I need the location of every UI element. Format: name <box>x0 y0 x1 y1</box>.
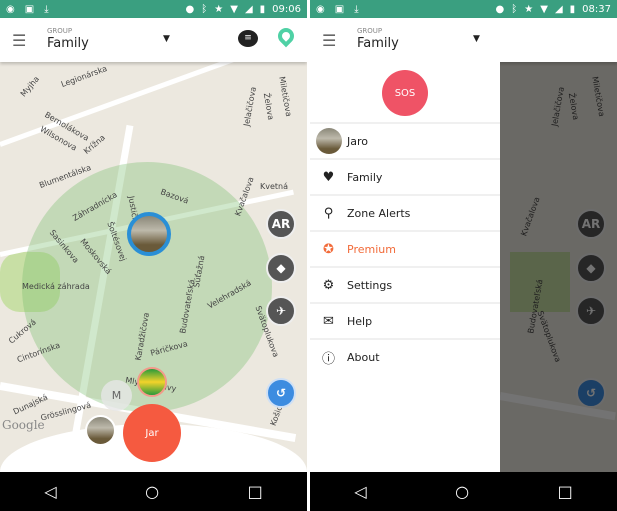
drawer-item-label: About <box>347 350 380 364</box>
street-label: Legionárska <box>59 64 109 89</box>
navigation-bar: ◁ ○ □ <box>310 472 617 511</box>
chevron-down-icon[interactable]: ▼ <box>473 34 480 44</box>
sos-button[interactable]: SOS <box>382 70 428 116</box>
drawer-item-family[interactable]: ♥ Family <box>310 158 500 194</box>
map[interactable]: Legionárska Bernolákova Wilsonova Krížna Blu… <box>0 62 307 472</box>
wifi-icon: ▼ <box>540 3 548 15</box>
flight-mode-button[interactable]: ✈ <box>266 296 296 326</box>
location-icon: ● <box>495 3 505 15</box>
download-icon: ⤓ <box>354 3 359 15</box>
zone-pin-icon: ⚲ <box>323 205 334 221</box>
drawer-item-label: Settings <box>347 278 393 292</box>
chat-icon[interactable]: ≡ <box>238 30 258 47</box>
drawer-item-premium[interactable]: ✪ Premium <box>310 230 500 266</box>
location-pin-icon[interactable] <box>274 24 298 48</box>
street-label: Miletičova <box>277 75 294 118</box>
wifi-call-icon: ◉ <box>6 3 15 15</box>
drawer-scrim[interactable] <box>500 62 617 472</box>
drawer-item-label: Jaro <box>347 134 368 148</box>
group-selector[interactable]: Family <box>357 36 399 51</box>
drawer-item-about[interactable]: ⓘ About <box>310 338 500 374</box>
group-selector[interactable]: Family <box>47 36 89 51</box>
star-icon: ★ <box>524 3 534 15</box>
recents-icon[interactable]: □ <box>558 482 573 501</box>
member-avatar-jaro[interactable] <box>85 415 116 446</box>
clock: 09:06 <box>272 3 301 15</box>
envelope-icon: ✉ <box>323 313 334 329</box>
image-icon: ▣ <box>24 3 35 15</box>
heart-icon: ♥ <box>322 169 335 185</box>
current-user-button[interactable]: Jar <box>123 404 181 462</box>
drawer-item-jaro[interactable]: Jaro <box>310 122 500 158</box>
ar-button[interactable]: AR <box>266 209 296 239</box>
history-icon: ↺ <box>275 386 287 400</box>
member-m-button[interactable]: M <box>101 380 132 411</box>
app-bar: ☰ GROUP Family ▼ <box>310 18 617 62</box>
back-icon[interactable]: ◁ <box>354 482 366 501</box>
street-label: Želova <box>261 92 276 121</box>
drawer-item-label: Family <box>347 170 383 184</box>
street-label: Medická záhrada <box>22 282 90 291</box>
gears-icon: ⚙ <box>322 277 335 293</box>
airplane-icon: ✈ <box>275 304 287 318</box>
bluetooth-icon: ᛒ <box>511 3 518 15</box>
home-icon[interactable]: ○ <box>455 482 469 501</box>
status-bar: ◉ ▣ ⤓ ● ᛒ ★ ▼ ◢ ▮ 08:37 <box>310 0 617 18</box>
menu-icon[interactable]: ☰ <box>322 31 336 50</box>
member-location-marker[interactable] <box>127 212 171 256</box>
street-label: Myjha <box>18 74 42 99</box>
right-screen: ◉▣⤓ ●ᛒ★▼◢▮08:37 ☰ GROUP Family ▼ Jelačič… <box>310 0 617 511</box>
back-icon[interactable]: ◁ <box>44 482 56 501</box>
battery-icon: ▮ <box>569 3 576 15</box>
image-icon: ▣ <box>334 3 345 15</box>
chevron-down-icon[interactable]: ▼ <box>163 34 170 44</box>
menu-icon[interactable]: ☰ <box>12 31 26 50</box>
avatar-image <box>315 128 342 154</box>
drawer-item-settings[interactable]: ⚙ Settings <box>310 266 500 302</box>
drawer-item-label: Help <box>347 314 373 328</box>
signal-icon: ◢ <box>554 3 563 15</box>
navigation-drawer: SOS Jaro ♥ Family ⚲ Zone Alerts ✪ Premium ⚙ Sett… <box>310 62 500 472</box>
street-label: Kvetná <box>260 182 289 191</box>
app-bar: ☰ GROUP Family ▼ ≡ <box>0 18 307 62</box>
download-icon: ⤓ <box>44 3 49 15</box>
location-icon: ● <box>185 3 195 15</box>
street-label: Grösslingová <box>39 400 92 423</box>
drawer-item-label: Premium <box>347 242 396 256</box>
avatar <box>310 128 347 154</box>
left-screen: ◉ ▣ ⤓ ● ᛒ ★ ▼ ◢ ▮ 09:06 ☰ GROUP Family ▼ ≡ Legio… <box>0 0 307 511</box>
status-bar: ◉ ▣ ⤓ ● ᛒ ★ ▼ ◢ ▮ 09:06 <box>0 0 307 18</box>
recents-icon[interactable]: □ <box>248 482 263 501</box>
member-avatar-flag[interactable] <box>137 367 167 397</box>
history-button[interactable]: ↺ <box>266 378 296 408</box>
drawer-item-help[interactable]: ✉ Help <box>310 302 500 338</box>
info-icon: ⓘ <box>321 351 335 367</box>
star-icon: ★ <box>214 3 224 15</box>
bluetooth-icon: ᛒ <box>201 3 208 15</box>
wifi-call-icon: ◉ <box>316 3 325 15</box>
star-badge-icon: ✪ <box>323 241 334 257</box>
layers-icon: ◆ <box>276 261 286 275</box>
google-logo: Google <box>2 418 45 432</box>
battery-icon: ▮ <box>259 3 266 15</box>
wifi-icon: ▼ <box>230 3 238 15</box>
clock: 08:37 <box>582 3 611 15</box>
signal-icon: ◢ <box>244 3 253 15</box>
home-icon[interactable]: ○ <box>145 482 159 501</box>
drawer-item-zone-alerts[interactable]: ⚲ Zone Alerts <box>310 194 500 230</box>
layers-button[interactable]: ◆ <box>266 253 296 283</box>
group-label: GROUP <box>47 27 73 35</box>
navigation-bar: ◁ ○ □ <box>0 472 307 511</box>
drawer-item-label: Zone Alerts <box>347 206 411 220</box>
group-label: GROUP <box>357 27 383 35</box>
street-label: Jelačičova <box>242 86 258 127</box>
